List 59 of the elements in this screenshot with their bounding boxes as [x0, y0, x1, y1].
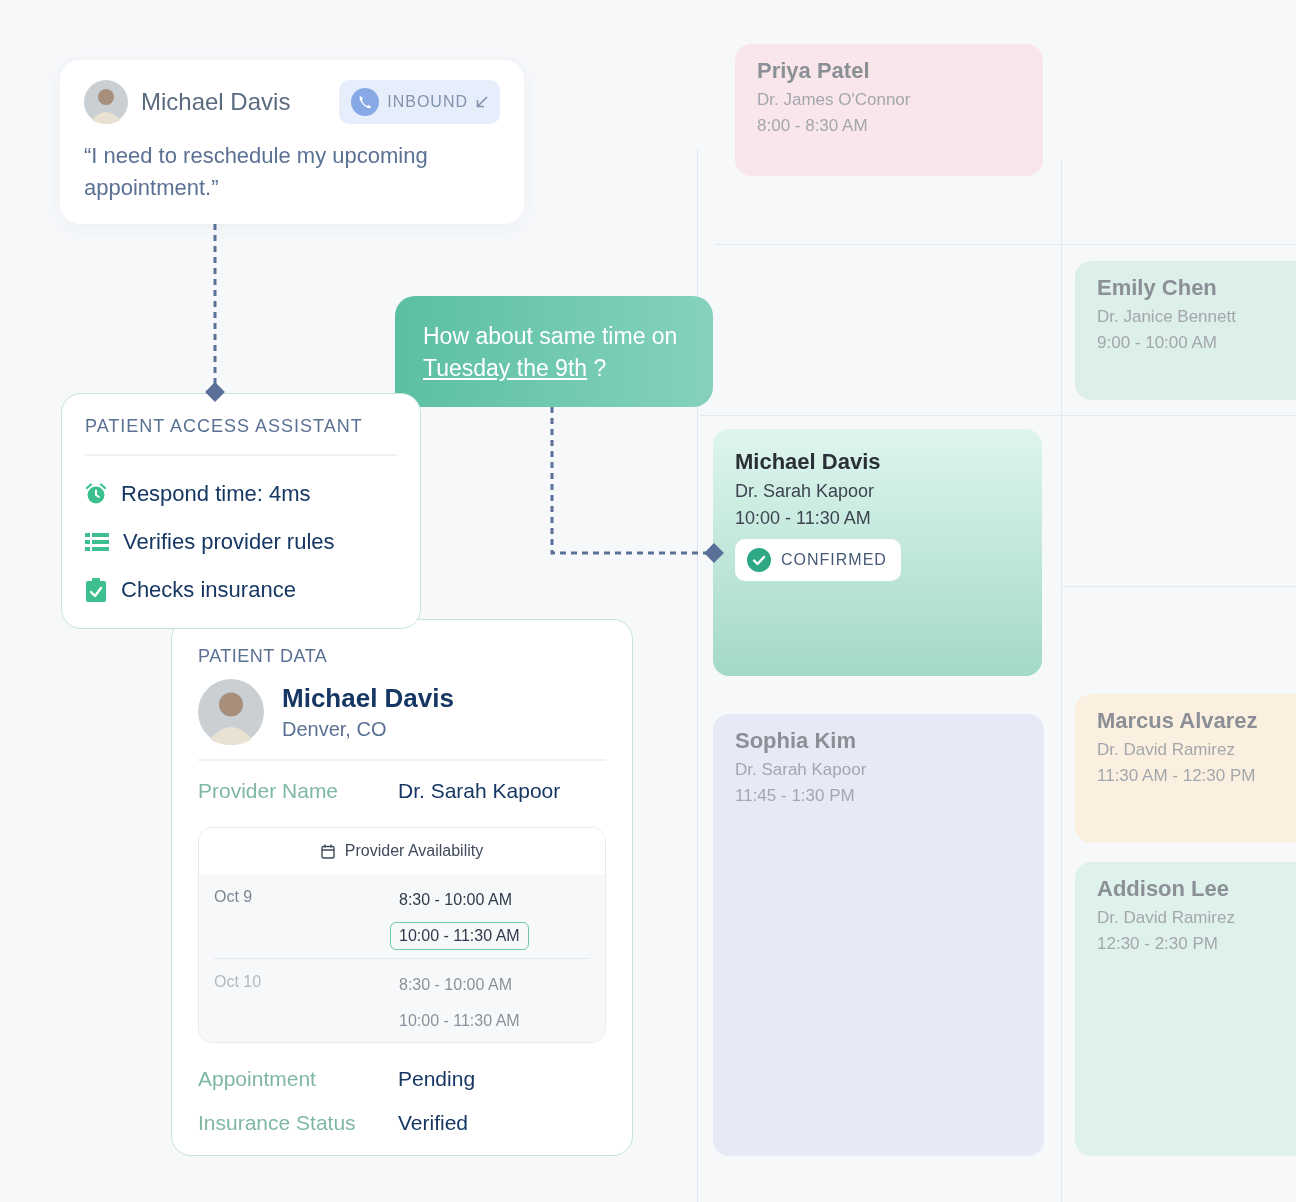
phone-icon	[351, 88, 380, 116]
status-badge: CONFIRMED	[735, 539, 901, 581]
patient-name: Addison Lee	[1097, 876, 1230, 902]
provider-name: Dr. Sarah Kapoor	[735, 481, 876, 502]
patient-name: Michael Davis	[735, 449, 882, 475]
patient-name: Emily Chen	[1097, 275, 1218, 301]
reply-text: How about same time on Tuesday the 9th ?	[423, 323, 678, 381]
caller-quote: “I need to reschedule my upcoming appointment.”	[84, 142, 429, 202]
patient-name: Sophia Kim	[735, 728, 857, 754]
field-label: Provider Name	[198, 779, 340, 803]
appointment-time: 11:30 AM - 12:30 PM	[1097, 766, 1257, 786]
patient-location: Denver, CO	[282, 718, 388, 741]
provider-name: Dr. James O'Connor	[757, 90, 912, 110]
appointment-time: 12:30 - 2:30 PM	[1097, 934, 1219, 954]
appointment-card[interactable]: Emily Chen Dr. Janice Bennett 9:00 - 10:00 AM	[1075, 261, 1296, 400]
field-value: Verified	[398, 1111, 469, 1135]
date-link[interactable]: Tuesday the 9th	[423, 355, 588, 381]
time-slot[interactable]: 10:00 - 11:30 AM	[390, 922, 529, 950]
field-label: Appointment	[198, 1067, 317, 1091]
appointment-time: 11:45 - 1:30 PM	[735, 786, 856, 806]
avatar	[198, 679, 264, 745]
card-title: PATIENT DATA	[198, 646, 329, 667]
field-label: Insurance Status	[198, 1111, 357, 1135]
appointment-time: 10:00 - 11:30 AM	[735, 508, 872, 529]
panel-title: Provider Availability	[344, 842, 484, 860]
appointment-card[interactable]: Addison Lee Dr. David Ramirez 12:30 - 2:30 PM	[1075, 862, 1296, 1156]
feature-label: Checks insurance	[121, 577, 296, 603]
field-value: Dr. Sarah Kapoor	[398, 779, 561, 803]
time-slot[interactable]: 8:30 - 10:00 AM	[390, 971, 529, 999]
provider-name: Dr. Janice Bennett	[1097, 307, 1237, 327]
appointment-card[interactable]: Priya Patel Dr. James O'Connor 8:00 - 8:30 AM	[735, 44, 1043, 176]
feature-label: Respond time: 4ms	[121, 481, 311, 507]
provider-name: Dr. David Ramirez	[1097, 740, 1236, 760]
patient-name: Priya Patel	[757, 58, 871, 84]
feature-label: Verifies provider rules	[123, 529, 335, 555]
time-slot[interactable]: 10:00 - 11:30 AM	[390, 1007, 529, 1035]
alarm-clock-icon	[85, 483, 107, 505]
date-label: Oct 9	[214, 887, 254, 907]
date-label: Oct 10	[214, 972, 263, 992]
appointment-time: 9:00 - 10:00 AM	[1097, 333, 1219, 353]
appointment-time: 8:00 - 8:30 AM	[757, 116, 869, 136]
appointment-card[interactable]: Sophia Kim Dr. Sarah Kapoor 11:45 - 1:30 PM	[713, 714, 1044, 1156]
patient-name: Michael Davis	[282, 683, 454, 714]
field-value: Pending	[398, 1067, 476, 1091]
patient-name: Marcus Alvarez	[1097, 708, 1259, 734]
avatar	[84, 80, 128, 124]
provider-name: Dr. Sarah Kapoor	[735, 760, 868, 780]
appointment-card[interactable]: Michael Davis Dr. Sarah Kapoor 10:00 - 11:30 AM CONFIRMED	[713, 429, 1042, 676]
provider-name: Dr. David Ramirez	[1097, 908, 1236, 928]
calendar-icon	[320, 843, 335, 859]
check-circle-icon	[747, 548, 771, 572]
inbound-badge: INBOUND	[339, 80, 500, 124]
arrow-down-left-icon	[476, 96, 488, 108]
list-icon	[85, 532, 109, 552]
caller-name: Michael Davis	[141, 88, 292, 116]
appointment-card[interactable]: Marcus Alvarez Dr. David Ramirez 11:30 AM - 12:30 PM	[1075, 694, 1296, 843]
card-title: PATIENT ACCESS ASSISTANT	[85, 416, 397, 456]
time-slot[interactable]: 8:30 - 10:00 AM	[390, 886, 529, 914]
clipboard-check-icon	[85, 578, 107, 602]
